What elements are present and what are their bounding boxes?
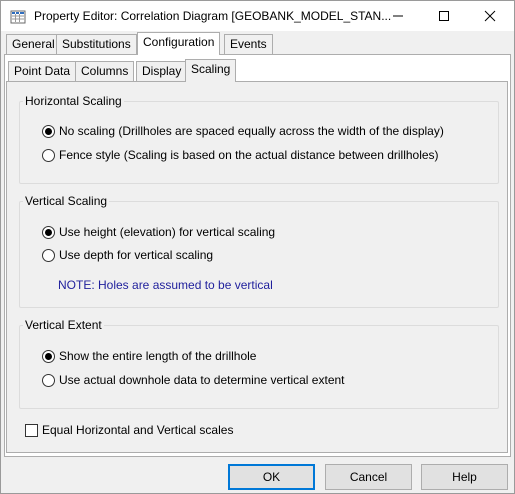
use-height-option[interactable]: Use height (elevation) for vertical scal… <box>42 225 275 239</box>
fence-style-label: Fence style (Scaling is based on the act… <box>59 148 439 162</box>
entire-length-label: Show the entire length of the drillhole <box>59 349 257 363</box>
tab-point-data[interactable]: Point Data <box>8 61 77 81</box>
radio-selected-icon[interactable] <box>42 124 55 138</box>
use-height-label: Use height (elevation) for vertical scal… <box>59 225 276 239</box>
no-scaling-label: No scaling (Drillholes are spaced equall… <box>59 124 444 138</box>
use-depth-option[interactable]: Use depth for vertical scaling <box>42 248 213 262</box>
tab-substitutions[interactable]: Substitutions <box>56 34 137 54</box>
minimize-icon <box>393 15 403 17</box>
maximize-icon <box>439 11 449 21</box>
no-scaling-option[interactable]: No scaling (Drillholes are spaced equall… <box>42 124 444 138</box>
vertical-extent-group: Vertical Extent <box>19 318 499 409</box>
actual-downhole-option[interactable]: Use actual downhole data to determine ve… <box>42 373 345 387</box>
use-depth-label: Use depth for vertical scaling <box>59 248 214 262</box>
tab-general[interactable]: General <box>6 34 61 54</box>
horizontal-scaling-title: Horizontal Scaling <box>23 94 124 108</box>
vertical-extent-title: Vertical Extent <box>23 318 104 332</box>
fence-style-option[interactable]: Fence style (Scaling is based on the act… <box>42 148 439 162</box>
actual-downhole-label: Use actual downhole data to determine ve… <box>59 373 345 387</box>
radio-unselected-icon[interactable] <box>42 248 55 262</box>
equal-scales-label: Equal Horizontal and Vertical scales <box>42 423 234 437</box>
tab-configuration[interactable]: Configuration <box>137 32 221 55</box>
radio-selected-icon[interactable] <box>42 349 55 363</box>
radio-unselected-icon[interactable] <box>42 373 55 387</box>
title-bar: Property Editor: Correlation Diagram [GE… <box>1 1 514 31</box>
close-icon <box>484 10 496 22</box>
equal-scales-checkbox[interactable] <box>25 423 38 437</box>
equal-scales-option[interactable]: Equal Horizontal and Vertical scales <box>25 423 233 437</box>
tab-events[interactable]: Events <box>224 34 273 54</box>
property-editor-window: Property Editor: Correlation Diagram [GE… <box>0 0 515 494</box>
help-button[interactable]: Help <box>421 464 508 490</box>
close-button[interactable] <box>467 1 513 31</box>
tab-columns[interactable]: Columns <box>75 61 135 81</box>
entire-length-option[interactable]: Show the entire length of the drillhole <box>42 349 256 363</box>
ok-button[interactable]: OK <box>228 464 315 490</box>
window-title: Property Editor: Correlation Diagram [GE… <box>34 9 392 23</box>
property-grid-icon <box>10 10 26 24</box>
vertical-scaling-title: Vertical Scaling <box>23 194 110 208</box>
tab-display[interactable]: Display <box>136 61 188 81</box>
radio-selected-icon[interactable] <box>42 225 55 239</box>
maximize-button[interactable] <box>421 1 467 31</box>
cancel-button[interactable]: Cancel <box>325 464 412 490</box>
minimize-button[interactable] <box>375 1 421 31</box>
tab-scaling[interactable]: Scaling <box>185 59 237 82</box>
vertical-note: NOTE: Holes are assumed to be vertical <box>58 278 273 292</box>
horizontal-scaling-group: Horizontal Scaling <box>19 94 499 184</box>
radio-unselected-icon[interactable] <box>42 148 55 162</box>
